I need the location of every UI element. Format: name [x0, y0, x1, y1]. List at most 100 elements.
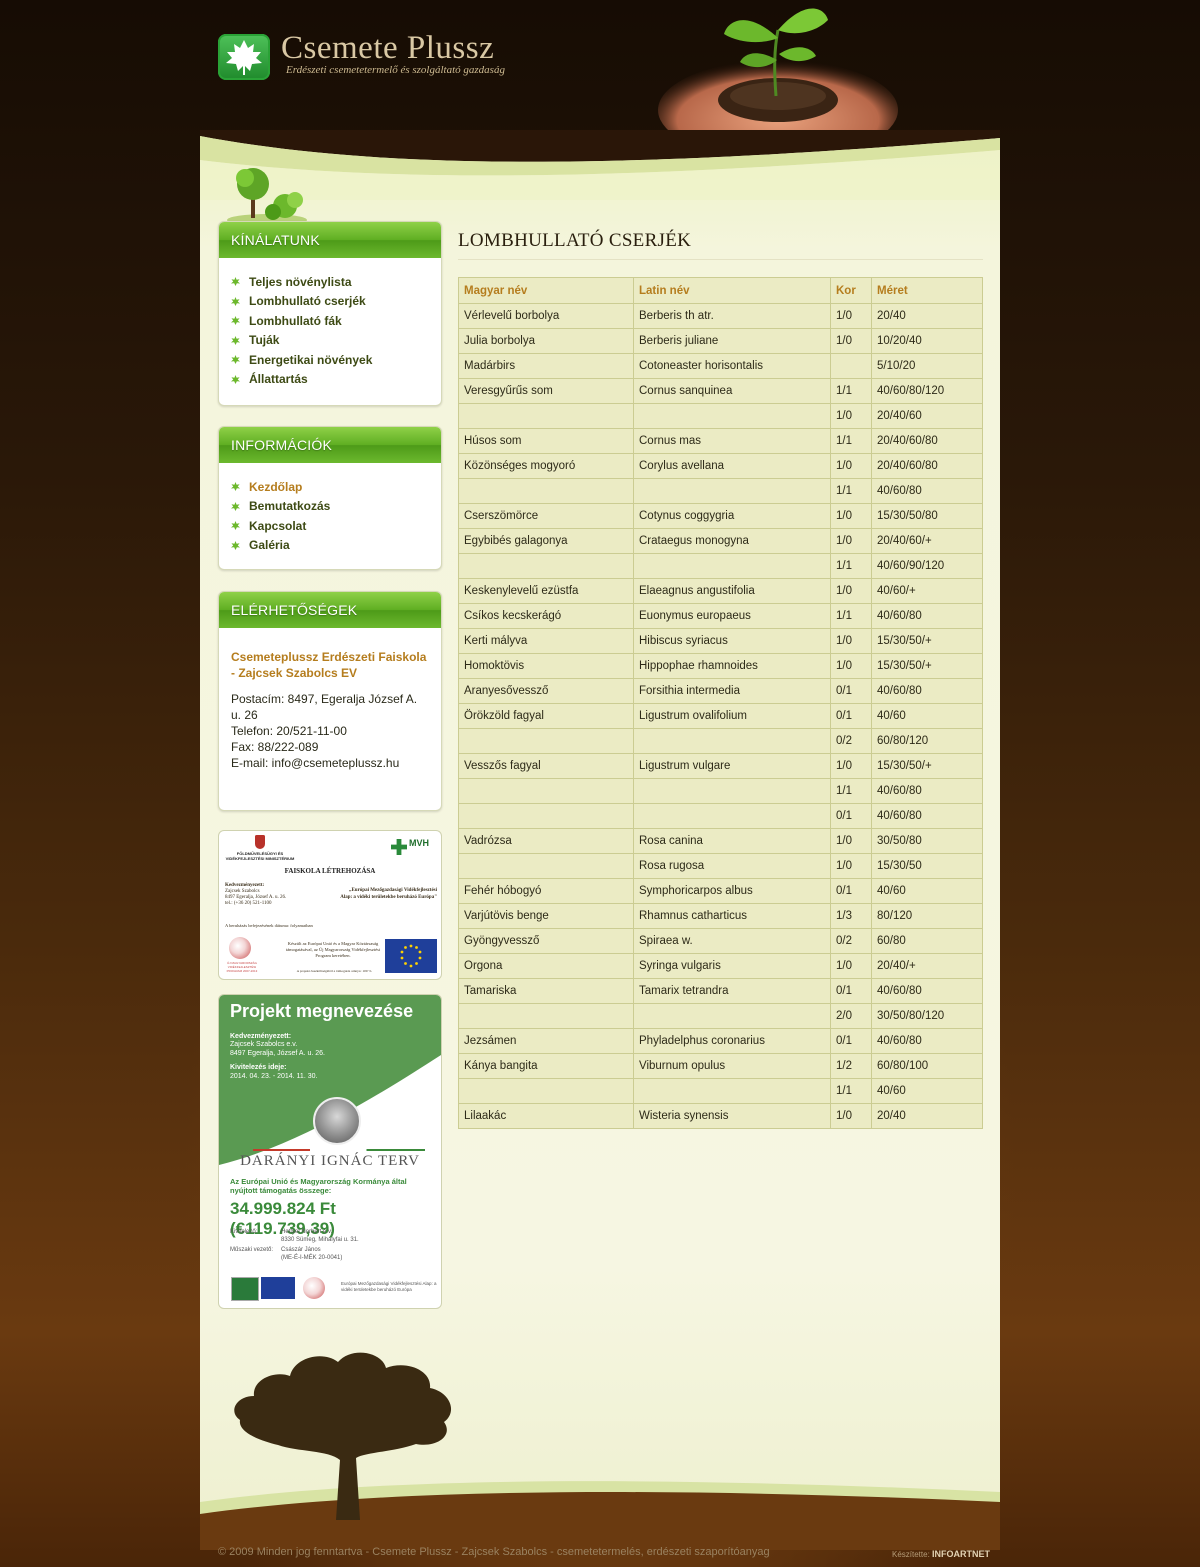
cell-age: 0/1	[830, 678, 872, 704]
banner2-address: 8497 Egeralja, József A. u. 26.	[230, 1050, 325, 1057]
menu-item-offer-4[interactable]: Energetikai növények	[231, 350, 441, 370]
cell-size: 40/60/80	[871, 803, 983, 829]
table-row: Homoktövis Hippophae rhamnoides 1/0 15/30/5…	[458, 653, 983, 679]
cell-latin-name: Forsithia intermedia	[633, 678, 831, 704]
menu-item-info-0[interactable]: Kezdőlap	[231, 477, 441, 497]
daranyi-portrait-icon	[313, 1097, 361, 1145]
cell-size: 40/60/80	[871, 778, 983, 804]
cell-hungarian-name: Vérlevelű borbolya	[458, 303, 634, 329]
menu-item-offer-1[interactable]: Lombhullató cserjék	[231, 292, 441, 312]
menu-item-label: Kezdőlap	[249, 479, 303, 494]
banner1-footnote: A projekt összköltségéből a támogatás ar…	[296, 969, 372, 973]
cell-hungarian-name: Tamariska	[458, 978, 634, 1004]
contact-phone: Telefon: 20/521-11-00	[231, 724, 347, 738]
contact-fax: Fax: 88/222-089	[231, 740, 319, 754]
menu-item-label: Kapcsolat	[249, 518, 307, 533]
menu-item-label: Energetikai növények	[249, 352, 373, 367]
menu-item-info-1[interactable]: Bemutatkozás	[231, 497, 441, 517]
column-header-latin-name: Latin név	[633, 277, 831, 304]
menu-item-label: Galéria	[249, 538, 290, 553]
cell-hungarian-name: Kerti mályva	[458, 628, 634, 654]
banner2-tech-label: Műszaki vezető:	[230, 1247, 274, 1253]
cell-age: 1/1	[830, 778, 872, 804]
column-header-age: Kor	[830, 277, 872, 304]
table-row: Tamariska Tamarix tetrandra 0/1 40/60/80	[458, 978, 983, 1004]
info-menu-box: INFORMÁCIÓK Kezdőlap Bemutatkozás Kapcsola…	[218, 426, 442, 570]
cell-age: 0/1	[830, 803, 872, 829]
table-row: Keskenylevelű ezüstfa Elaeagnus angustifo…	[458, 578, 983, 604]
eu-flag-icon	[385, 939, 437, 973]
cell-hungarian-name: Közönséges mogyoró	[458, 453, 634, 479]
menu-item-offer-5[interactable]: Állattartás	[231, 370, 441, 390]
banner2-tech: Császár János	[281, 1247, 321, 1253]
menu-item-info-3[interactable]: Galéria	[231, 536, 441, 556]
cell-latin-name: Syringa vulgaris	[633, 953, 831, 979]
cell-hungarian-name	[458, 553, 634, 579]
cell-age: 1/1	[830, 378, 872, 404]
banner1-heading: FAISKOLA LÉTREHOZÁSA	[284, 867, 376, 875]
menu-item-label: Lombhullató fák	[249, 313, 342, 328]
cell-latin-name: Hibiscus syriacus	[633, 628, 831, 654]
cell-hungarian-name	[458, 478, 634, 504]
cell-hungarian-name: Madárbirs	[458, 353, 634, 379]
menu-item-offer-2[interactable]: Lombhullató fák	[231, 311, 441, 331]
cell-latin-name: Euonymus europaeus	[633, 603, 831, 629]
menu-item-offer-3[interactable]: Tuják	[231, 331, 441, 351]
table-row: Julia borbolya Berberis juliane 1/0 10/20/4…	[458, 328, 983, 354]
cell-hungarian-name: Julia borbolya	[458, 328, 634, 354]
cell-size: 40/60	[871, 878, 983, 904]
contact-email[interactable]: E-mail: info@csemeteplussz.hu	[219, 755, 441, 771]
menu-item-offer-0[interactable]: Teljes növénylista	[231, 272, 441, 292]
cell-hungarian-name: Lilaakác	[458, 1103, 634, 1129]
cell-age: 0/2	[830, 928, 872, 954]
umvp-logo-icon	[229, 937, 251, 959]
hungarian-coat-of-arms-icon	[255, 835, 265, 849]
banner1-beneficiary: Zajcsek Szabolcs	[225, 889, 260, 894]
cell-hungarian-name	[458, 728, 634, 754]
table-row: Örökzöld fagyal Ligustrum ovalifolium 0/1 4…	[458, 703, 983, 729]
banner2-amount: 34.999.824 Ft (€119.739,39)	[230, 1199, 336, 1238]
cell-age: 1/0	[830, 828, 872, 854]
cell-age: 1/2	[830, 1053, 872, 1079]
cell-hungarian-name: Csíkos kecskerágó	[458, 603, 634, 629]
banner2-plan: DARÁNYI IGNÁC TERV	[240, 1153, 420, 1169]
cell-age: 1/0	[830, 578, 872, 604]
cell-age: 1/1	[830, 603, 872, 629]
cell-size: 40/60/80/120	[871, 378, 983, 404]
banner1-status: A beruházás befejezésének dátuma: folyam…	[225, 923, 313, 928]
cell-size: 80/120	[871, 903, 983, 929]
footer-copyright: © 2009 Minden jog fenntartva - Csemete P…	[218, 1546, 770, 1558]
cell-size: 20/40/60/80	[871, 428, 983, 454]
ministry-name: FÖLDMŰVELÉSÜGYI ÉS VIDÉKFEJLESZTÉSI MINI…	[225, 851, 295, 861]
title-divider	[458, 259, 983, 260]
hands-seedling-image	[658, 8, 898, 150]
logo-leaf-icon[interactable]	[218, 34, 270, 80]
site-title[interactable]: Csemete Plussz	[281, 30, 494, 67]
menu-item-info-2[interactable]: Kapcsolat	[231, 516, 441, 536]
cell-size: 15/30/50/+	[871, 753, 983, 779]
leaf-bullet-icon	[231, 374, 240, 384]
project-name-banner[interactable]: Projekt megnevezése Kedvezményezett: Zaj…	[218, 994, 442, 1309]
cell-size: 30/50/80	[871, 828, 983, 854]
cell-size: 15/30/50	[871, 853, 983, 879]
cell-age: 1/1	[830, 428, 872, 454]
table-row: Vesszős fagyal Ligustrum vulgare 1/0 15/30/…	[458, 753, 983, 779]
footer-credit-name[interactable]: INFOARTNET	[932, 1549, 990, 1559]
cell-latin-name: Berberis th atr.	[633, 303, 831, 329]
footer-credit[interactable]: Készítette: INFOARTNET	[892, 1549, 990, 1559]
cell-age: 1/0	[830, 753, 872, 779]
leaf-bullet-icon	[231, 501, 240, 511]
table-row: Gyöngyvessző Spiraea w. 0/2 60/80	[458, 928, 983, 954]
table-row: 1/1 40/60	[458, 1078, 983, 1104]
cell-age: 0/1	[830, 878, 872, 904]
cell-latin-name	[633, 553, 831, 579]
cell-hungarian-name: Húsos som	[458, 428, 634, 454]
leaf-bullet-icon	[231, 540, 240, 550]
nursery-project-banner[interactable]: FÖLDMŰVELÉSÜGYI ÉS VIDÉKFEJLESZTÉSI MINI…	[218, 830, 442, 980]
cell-latin-name: Berberis juliane	[633, 328, 831, 354]
cell-size: 30/50/80/120	[871, 1003, 983, 1029]
cell-size: 20/40/60	[871, 403, 983, 429]
cell-age: 1/0	[830, 503, 872, 529]
cell-latin-name: Wisteria synensis	[633, 1103, 831, 1129]
cell-latin-name: Phyladelphus coronarius	[633, 1028, 831, 1054]
